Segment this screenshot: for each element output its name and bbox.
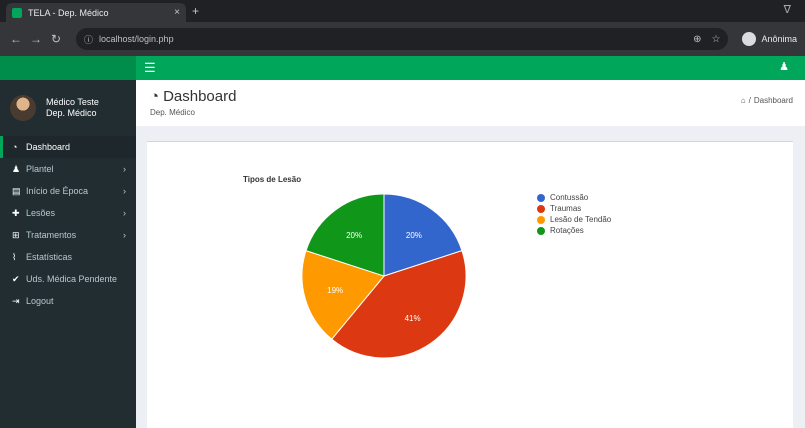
tab-close-icon[interactable]: × xyxy=(174,7,180,18)
bookmark-star-icon[interactable]: ☆ xyxy=(712,34,721,45)
sidebar-item-label: Início de Época xyxy=(26,186,89,196)
check-icon: ✔ xyxy=(12,273,20,284)
new-tab-icon[interactable]: + xyxy=(192,4,199,18)
content-header: ◔ Dashboard Dep. Médico ⌂ / Dashboard xyxy=(136,80,805,126)
legend-item[interactable]: Lesão de Tendão xyxy=(537,214,611,225)
logo[interactable] xyxy=(0,56,136,80)
chevron-right-icon: › xyxy=(123,186,126,196)
legend-item[interactable]: Contussão xyxy=(537,192,611,203)
browser-tab-bar: TELA - Dep. Médico × + ᐁ xyxy=(0,0,805,22)
url-text: localhost/login.php xyxy=(99,34,174,44)
legend-label: Traumas xyxy=(550,204,582,213)
user-department: Dep. Médico xyxy=(46,108,97,118)
chart-title: Tipos de Lesão xyxy=(243,175,302,184)
legend-dot xyxy=(537,204,545,213)
avatar xyxy=(10,95,36,121)
profile-name: Anônima xyxy=(761,34,797,44)
sidebar-item-label: Lesões xyxy=(26,208,56,218)
forward-arrow-icon[interactable]: → xyxy=(28,32,44,46)
chevron-right-icon: › xyxy=(123,208,126,218)
chevron-right-icon: › xyxy=(123,164,126,174)
legend-label: Lesão de Tendão xyxy=(550,215,612,224)
sidebar-item-dashboard[interactable]: ◔ Dashboard xyxy=(0,136,136,158)
tab-title: TELA - Dep. Médico xyxy=(28,7,109,18)
breadcrumb: ⌂ / Dashboard xyxy=(741,96,793,105)
incognito-icon xyxy=(742,32,757,46)
medkit-icon: ✚ xyxy=(12,207,20,218)
user-menu-icon[interactable]: ♟ xyxy=(779,60,789,73)
sidebar-item-label: Uds. Médica Pendente xyxy=(26,274,118,284)
legend-item[interactable]: Rotações xyxy=(537,225,611,236)
calendar-icon: ▤ xyxy=(12,185,21,196)
page-subtitle: Dep. Médico xyxy=(150,108,195,117)
browser-tab[interactable]: TELA - Dep. Médico × xyxy=(6,3,186,22)
sidebar-item-label: Tratamentos xyxy=(26,230,77,240)
chart-box: 20% 41% 19% 20% Tipos de Lesão Contussão Tra… xyxy=(147,141,793,428)
profile-button[interactable]: Anônima xyxy=(742,32,797,46)
legend-label: Contussão xyxy=(550,193,589,202)
favicon-icon xyxy=(12,7,22,18)
sign-out-icon: ⇥ xyxy=(12,295,20,306)
legend-item[interactable]: Traumas xyxy=(537,203,611,214)
sidebar-item-logout[interactable]: ⇥ Logout xyxy=(0,290,136,312)
chart-icon: ⌇ xyxy=(12,251,17,262)
legend-label: Rotações xyxy=(550,226,584,235)
pie-slice-label: 19% xyxy=(327,286,343,295)
sidebar-item-label: Dashboard xyxy=(26,142,71,152)
user-panel: Médico Teste Dep. Médico xyxy=(0,80,136,136)
pie-slice-label: 20% xyxy=(406,231,422,240)
sidebar-item-label: Logout xyxy=(26,296,54,306)
sidebar-item-uds-m-dica-pendente[interactable]: ✔ Uds. Médica Pendente xyxy=(0,268,136,290)
breadcrumb-separator: / xyxy=(748,96,751,105)
sidebar: Médico Teste Dep. Médico ◔ Dashboard ♟ Plan… xyxy=(0,80,136,428)
home-icon[interactable]: ⌂ xyxy=(741,96,746,105)
dashboard-icon: ◔ xyxy=(150,88,160,105)
sidebar-item-label: Estatísticas xyxy=(26,252,73,262)
page-title-text: Dashboard xyxy=(163,88,237,105)
user-name: Médico Teste xyxy=(46,97,99,107)
tachometer-icon: ◔ xyxy=(12,142,18,152)
sidebar-item-plantel[interactable]: ♟ Plantel › xyxy=(0,158,136,180)
pie-chart: 20% 41% 19% 20% xyxy=(301,193,467,359)
browser-address-bar: ← → ↻ ⓘ localhost/login.php ⊕ ☆ Anônima xyxy=(0,22,805,56)
pie-slice-label: 20% xyxy=(346,231,362,240)
sidebar-item-les-es[interactable]: ✚ Lesões › xyxy=(0,202,136,224)
chevron-right-icon: › xyxy=(123,230,126,240)
back-arrow-icon[interactable]: ← xyxy=(8,32,24,46)
legend-dot xyxy=(537,226,545,235)
sidebar-item-estat-sticas[interactable]: ⌇ Estatísticas xyxy=(0,246,136,268)
sidebar-item-label: Plantel xyxy=(26,164,54,174)
hamburger-menu-icon[interactable]: ☰ xyxy=(144,60,156,76)
users-icon: ♟ xyxy=(12,163,21,174)
sidebar-item-tratamentos[interactable]: ⊞ Tratamentos › xyxy=(0,224,136,246)
tab-search-icon[interactable]: ᐁ xyxy=(783,3,791,16)
sidebar-item-in-cio-de-poca[interactable]: ▤ Início de Época › xyxy=(0,180,136,202)
breadcrumb-current: Dashboard xyxy=(753,96,793,105)
info-icon[interactable]: ⓘ xyxy=(84,33,93,46)
url-input[interactable]: ⓘ localhost/login.php ⊕ ☆ xyxy=(76,28,729,50)
app-header: ☰ ♟ xyxy=(0,56,805,80)
chart-legend: Contussão Traumas Lesão de Tendão Rotações xyxy=(537,192,611,236)
sidebar-menu: ◔ Dashboard ♟ Plantel › ▤ Início de Época › ✚ Les… xyxy=(0,136,136,312)
reload-icon[interactable]: ↻ xyxy=(48,32,64,46)
pie-slice-label: 41% xyxy=(405,314,421,323)
legend-dot xyxy=(537,215,545,224)
zoom-icon[interactable]: ⊕ xyxy=(693,34,701,45)
plus-square-icon: ⊞ xyxy=(12,229,20,240)
legend-dot xyxy=(537,193,545,202)
page-title: ◔ Dashboard xyxy=(150,88,236,105)
top-navbar: ☰ ♟ xyxy=(136,56,805,80)
